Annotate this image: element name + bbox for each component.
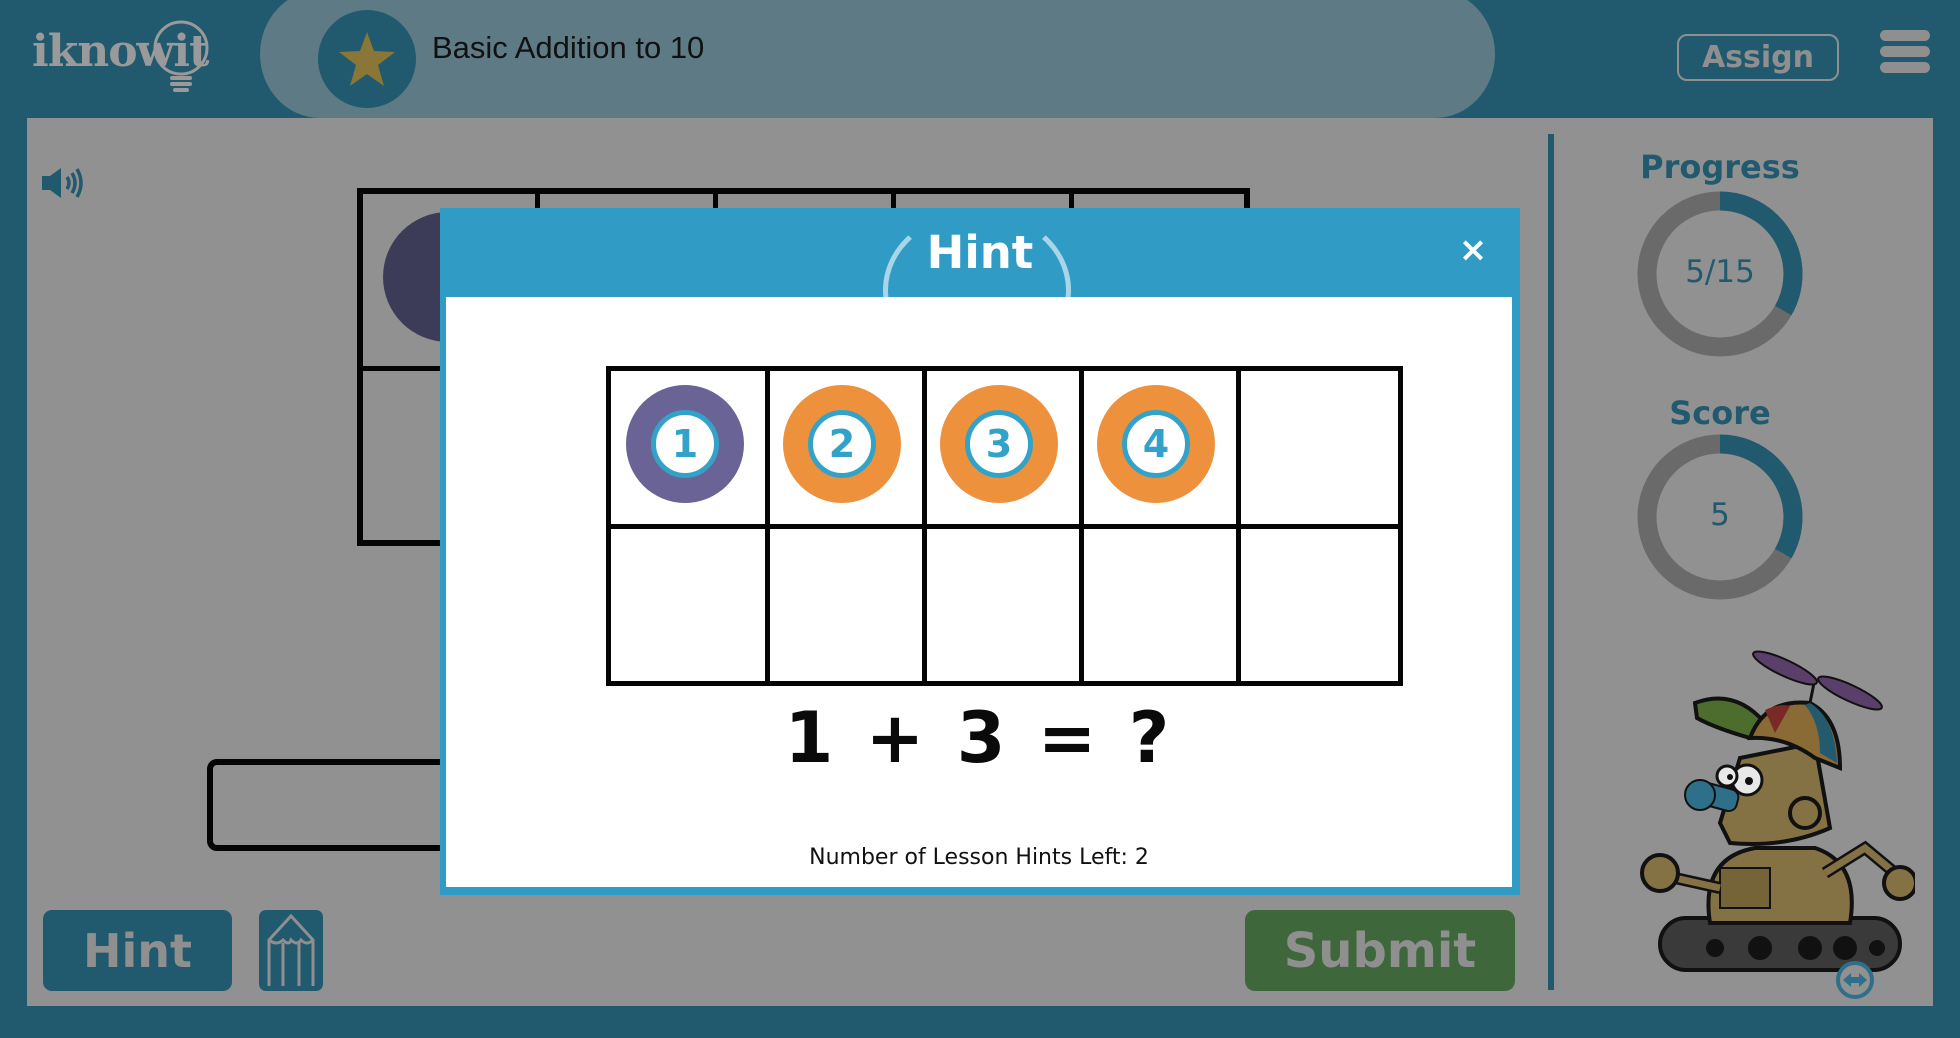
iknowit-logo[interactable]: iknowit — [32, 20, 222, 95]
progress-value: 5/15 — [1685, 254, 1755, 290]
close-icon[interactable]: × — [1455, 232, 1491, 268]
hint-modal-title: Hint — [926, 226, 1034, 279]
pencil-icon — [267, 913, 315, 986]
counter-1: 1 — [626, 385, 744, 503]
scratchpad-button[interactable] — [259, 910, 323, 991]
swap-horizontal-icon[interactable] — [1835, 960, 1875, 1000]
submit-button[interactable]: Submit — [1245, 910, 1515, 991]
top-bar: iknowit Basic Addition to 10 Assign — [0, 0, 1960, 118]
hint-equation: 1 + 3 = ? — [784, 697, 1174, 779]
hamburger-menu-icon[interactable] — [1880, 30, 1930, 75]
hint-modal-header: Hint × — [440, 208, 1520, 297]
progress-label: Progress — [1640, 148, 1800, 186]
assign-button[interactable]: Assign — [1677, 34, 1839, 81]
counter-2: 2 — [783, 385, 901, 503]
lesson-badge — [318, 10, 416, 108]
counter-number: 2 — [808, 410, 876, 478]
lesson-title: Basic Addition to 10 — [432, 30, 705, 65]
counter-4: 4 — [1097, 385, 1215, 503]
counter-3: 3 — [940, 385, 1058, 503]
robot-mascot — [1640, 650, 1915, 972]
speaker-icon[interactable] — [40, 165, 86, 201]
counter-number: 1 — [651, 410, 719, 478]
counter-number: 4 — [1122, 410, 1190, 478]
lightbulb-icon — [153, 20, 209, 92]
score-label: Score — [1669, 394, 1771, 432]
ten-frame: 1 2 3 4 — [606, 366, 1403, 686]
score-value: 5 — [1710, 497, 1730, 533]
hint-button[interactable]: Hint — [43, 910, 232, 991]
star-icon — [339, 32, 395, 86]
counter-number: 3 — [965, 410, 1033, 478]
hints-left-text: Number of Lesson Hints Left: 2 — [809, 845, 1149, 870]
hint-modal-body: 1 2 3 4 1 + 3 = ? Number of Lesson Hints Le… — [446, 297, 1512, 887]
hint-modal: Hint × 1 2 3 4 1 + 3 = ? Number of Lesson H… — [440, 208, 1520, 895]
sidebar-divider — [1548, 134, 1554, 990]
